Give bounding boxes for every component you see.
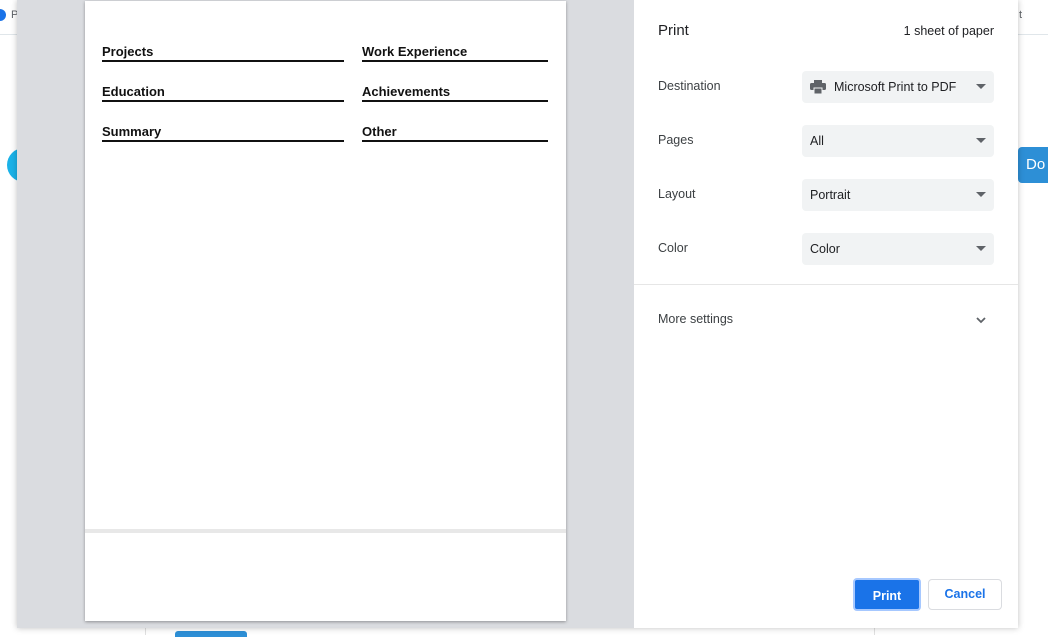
destination-value: Microsoft Print to PDF [834,80,957,94]
background-footer [145,628,875,635]
section-heading-education: Education [102,84,344,102]
color-label: Color [658,241,688,255]
section-heading-summary: Summary [102,124,344,142]
section-heading-work-experience: Work Experience [362,44,548,62]
page-break-divider [85,529,566,533]
layout-select[interactable]: Portrait [802,179,994,211]
pages-value: All [810,134,824,148]
chevron-down-icon[interactable] [975,314,987,326]
layout-value: Portrait [810,188,851,202]
destination-label: Destination [658,79,721,93]
background-action-button: Do [1018,147,1048,183]
background-tab-text: t [1019,9,1023,21]
section-heading-other: Other [362,124,548,142]
more-settings-toggle[interactable]: More settings [658,312,733,326]
layout-label: Layout [658,187,696,201]
print-preview-area: Projects Work Experience Education Achie… [17,0,634,628]
sheet-count: 1 sheet of paper [903,24,994,38]
settings-divider [634,284,1018,285]
print-button[interactable]: Print [853,578,921,611]
print-dialog: Projects Work Experience Education Achie… [17,0,1018,628]
dialog-title: Print [658,22,689,39]
pages-label: Pages [658,133,694,147]
tab-favicon-icon [0,9,6,21]
print-settings-panel: Print 1 sheet of paper Destination Micro… [634,0,1018,628]
destination-select[interactable]: Microsoft Print to PDF [802,71,994,103]
dropdown-caret-icon [976,246,986,251]
background-bottom-button [175,631,247,637]
dropdown-caret-icon [976,192,986,197]
dropdown-caret-icon [976,84,986,89]
color-value: Color [810,242,840,256]
section-heading-projects: Projects [102,44,344,62]
preview-page: Projects Work Experience Education Achie… [85,1,566,621]
pages-select[interactable]: All [802,125,994,157]
printer-icon [810,80,826,94]
cancel-button[interactable]: Cancel [928,579,1002,610]
color-select[interactable]: Color [802,233,994,265]
section-heading-achievements: Achievements [362,84,548,102]
dropdown-caret-icon [976,138,986,143]
